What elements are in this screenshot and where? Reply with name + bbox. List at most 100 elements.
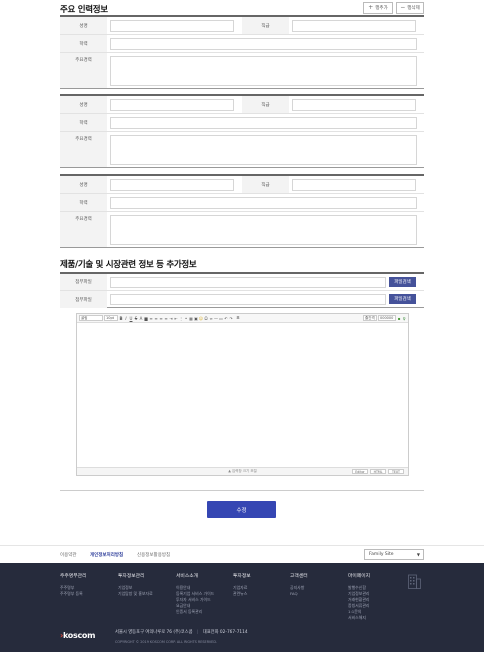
footer-link[interactable]: 기업탐방 및 홍보자료	[118, 591, 153, 597]
font-size-select[interactable]: 10pt	[104, 315, 118, 321]
career-textarea[interactable]	[110, 135, 417, 165]
footer-col-title[interactable]: 투자정보관리	[118, 572, 153, 579]
editor-content-area[interactable]	[77, 323, 408, 467]
image-icon[interactable]: ▣	[194, 316, 198, 321]
name-position-row: 성명 직급	[60, 17, 424, 35]
emoticon-icon[interactable]: ☺	[199, 316, 203, 321]
media-icon[interactable]: ▭	[219, 316, 223, 321]
line-height-select[interactable]: 줄간격	[363, 315, 377, 321]
attachment-row-1: 첨부파일 파일검색	[60, 274, 424, 291]
footer-col-title[interactable]: 투자정보	[233, 572, 251, 579]
name-label: 성명	[60, 17, 107, 34]
name-input[interactable]	[110, 20, 234, 32]
education-row: 학력	[60, 194, 424, 212]
koscom-logo[interactable]: ›koscom	[60, 631, 95, 640]
name-input[interactable]	[110, 99, 234, 111]
education-input[interactable]	[110, 38, 417, 50]
company-address: 서울시 영등포구 여의나루로 76 (주)코스콤	[115, 630, 193, 635]
highlight-icon[interactable]: ▆	[144, 316, 148, 321]
position-input[interactable]	[292, 99, 416, 111]
footer-col-support: 고객센터 공지사항 FAQ	[290, 572, 308, 597]
education-input[interactable]	[110, 197, 417, 209]
footer-col-title[interactable]: 마이페이지	[348, 572, 370, 579]
position-input[interactable]	[292, 179, 416, 191]
table-icon[interactable]: ▦	[189, 316, 193, 321]
spellcheck-icon[interactable]: ▪	[397, 316, 401, 321]
text-color-input[interactable]: 000000	[378, 315, 396, 321]
company-address-line: 서울시 영등포구 여의나루로 76 (주)코스콤 | 대표전화 02-767-7…	[115, 629, 248, 635]
justify-icon[interactable]: ≡	[164, 316, 168, 321]
file-search-button[interactable]: 파일검색	[389, 294, 416, 304]
link-icon[interactable]: ∞	[209, 316, 213, 321]
horizontal-rule-icon[interactable]: —	[214, 316, 218, 321]
align-center-icon[interactable]: ≡	[154, 316, 158, 321]
redo-icon[interactable]: ↷	[229, 316, 233, 321]
outdent-icon[interactable]: ⇤	[174, 316, 178, 321]
family-site-label: Family Site	[369, 552, 394, 557]
lightbulb-icon[interactable]: ♀	[402, 316, 406, 321]
file-search-button[interactable]: 파일검색	[389, 277, 416, 287]
position-label: 직급	[242, 96, 289, 113]
separator: |	[196, 630, 199, 635]
footer-link[interactable]: 인증서 등록관리	[176, 609, 214, 615]
career-textarea[interactable]	[110, 56, 417, 86]
footer-col-title[interactable]: 서비스소개	[176, 572, 214, 579]
footer-link[interactable]: 서비스해지	[348, 615, 370, 621]
terms-link[interactable]: 이용약관	[60, 552, 77, 558]
add-row-label: 행추가	[375, 6, 388, 11]
position-input[interactable]	[292, 20, 416, 32]
attachment-label: 첨부파일	[60, 291, 107, 308]
special-char-icon[interactable]: Ω	[204, 316, 208, 321]
attachment-path-input[interactable]	[110, 294, 386, 305]
career-row: 주요경력	[60, 212, 424, 247]
footer-link[interactable]: 관련뉴스	[233, 591, 251, 597]
align-right-icon[interactable]: ≡	[159, 316, 163, 321]
delete-row-button[interactable]: − 행삭제	[396, 2, 424, 14]
font-family-select[interactable]: 굴림	[79, 315, 103, 321]
privacy-link[interactable]: 개인정보처리방침	[90, 552, 123, 558]
education-label: 학력	[60, 35, 107, 52]
font-color-icon[interactable]: A	[139, 316, 143, 321]
italic-icon[interactable]: I	[124, 316, 128, 321]
name-label: 성명	[60, 176, 107, 193]
attachment-label: 첨부파일	[60, 274, 107, 290]
submit-button[interactable]: 수정	[207, 501, 276, 518]
name-label: 성명	[60, 96, 107, 113]
editor-mode-tab[interactable]: Editor	[352, 469, 368, 474]
footer-link[interactable]: FAQ	[290, 591, 308, 597]
text-mode-tab[interactable]: TEXT	[388, 469, 404, 474]
footer-col-service: 서비스소개 이용안내 등록기업 서비스 가이드 투자자 서비스 가이드 요금안내…	[176, 572, 214, 615]
footer-col-invest-info: 투자정보 기업자료 관련뉴스	[233, 572, 251, 597]
company-phone: 대표전화 02-767-7114	[202, 630, 248, 635]
personnel-group-3: 성명 직급 학력 주요경력	[60, 174, 424, 248]
career-row: 주요경력	[60, 53, 424, 88]
attachment-path-input[interactable]	[110, 277, 386, 288]
logo-text: koscom	[63, 631, 96, 640]
underline-icon[interactable]: U	[129, 316, 133, 321]
footer-col-title[interactable]: 고객센터	[290, 572, 308, 579]
unordered-list-icon[interactable]: •	[184, 316, 188, 321]
indent-icon[interactable]: ⇥	[169, 316, 173, 321]
career-label: 주요경력	[60, 53, 107, 88]
undo-icon[interactable]: ↶	[224, 316, 228, 321]
credit-policy-link[interactable]: 신용정보활용방침	[137, 552, 170, 558]
add-row-button[interactable]: + 행추가	[363, 2, 393, 14]
building-icon	[408, 574, 421, 589]
personnel-group-1: 성명 직급 학력 주요경력	[60, 15, 424, 89]
html-mode-tab[interactable]: HTML	[370, 469, 386, 474]
minus-icon: −	[400, 4, 406, 11]
footer-col-title[interactable]: 주주명부관리	[60, 572, 86, 579]
plus-icon: +	[368, 4, 374, 11]
family-site-select[interactable]: Family Site ▼	[364, 549, 424, 560]
bold-icon[interactable]: B	[119, 316, 123, 321]
name-position-row: 성명 직급	[60, 96, 424, 114]
ordered-list-icon[interactable]: ⋮	[179, 316, 183, 321]
table-text-label[interactable]: 표	[234, 315, 242, 321]
career-textarea[interactable]	[110, 215, 417, 245]
footer-link[interactable]: 주주명부 등록	[60, 591, 86, 597]
strikethrough-icon[interactable]: S	[134, 316, 138, 321]
align-left-icon[interactable]: ≡	[149, 316, 153, 321]
education-input[interactable]	[110, 117, 417, 129]
copyright: COPYRIGHT © 2019 KOSCOM CORP. ALL RIGHTS…	[115, 640, 218, 644]
name-input[interactable]	[110, 179, 234, 191]
